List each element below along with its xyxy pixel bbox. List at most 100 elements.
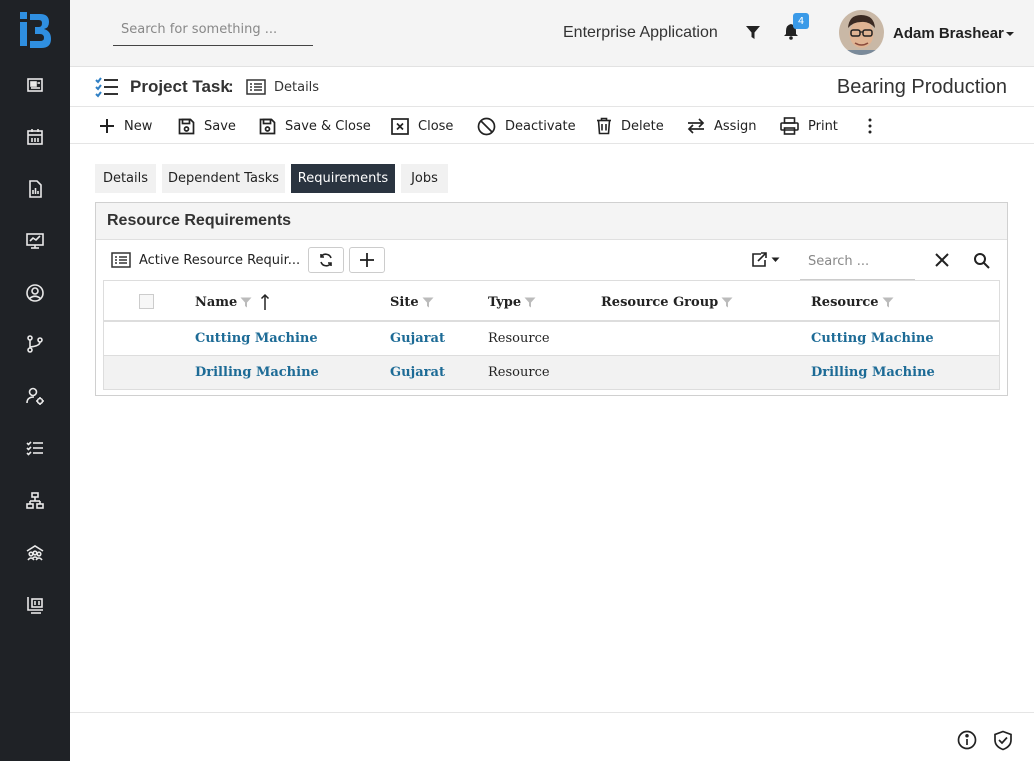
user-avatar-image [839, 10, 884, 55]
info-icon[interactable] [957, 730, 977, 750]
table-row[interactable]: Cutting Machine Gujarat Resource Cutting… [103, 322, 1000, 356]
grid-search-input[interactable] [800, 246, 910, 276]
export-icon [752, 252, 767, 267]
team-icon [26, 545, 44, 561]
column-filter-icon[interactable] [240, 297, 252, 308]
shield-check-icon[interactable] [993, 730, 1013, 751]
column-header-site-label: Site [390, 295, 419, 310]
tab-dependent-tasks[interactable]: Dependent Tasks [162, 164, 285, 193]
column-filter-icon[interactable] [882, 297, 894, 308]
tab-requirements[interactable]: Requirements [291, 164, 395, 193]
assign-arrows-icon [687, 118, 705, 134]
row-resource-link[interactable]: Cutting Machine [811, 331, 934, 346]
nav-board[interactable] [0, 585, 70, 625]
select-all-checkbox[interactable] [139, 294, 154, 309]
sort-ascending-icon[interactable] [260, 293, 270, 311]
new-button-label: New [124, 118, 153, 134]
more-actions-button[interactable] [868, 115, 881, 137]
row-name-link[interactable]: Cutting Machine [195, 331, 318, 346]
nav-tasks[interactable] [0, 428, 70, 468]
save-button[interactable]: Save [178, 115, 236, 137]
global-search-input[interactable] [113, 14, 313, 44]
add-requirement-button[interactable] [349, 247, 385, 273]
report-icon [29, 180, 42, 198]
user-gear-icon [26, 387, 44, 405]
nav-monitor[interactable] [0, 221, 70, 261]
save-close-button-label: Save & Close [285, 118, 371, 134]
nav-dashboard[interactable] [0, 65, 70, 105]
app-name[interactable]: Enterprise Application [563, 24, 718, 42]
command-bar: New Save Save & Close Close Deactivate D… [70, 107, 1034, 144]
row-resource-link[interactable]: Drilling Machine [811, 365, 935, 380]
close-button-label: Close [418, 118, 454, 134]
new-button[interactable]: New [99, 115, 152, 137]
save-button-label: Save [204, 118, 236, 134]
export-button[interactable] [751, 252, 780, 268]
column-header-site[interactable]: Site [390, 295, 434, 310]
deactivate-icon [477, 117, 496, 135]
close-button[interactable]: Close [391, 115, 453, 137]
nav-reports[interactable] [0, 169, 70, 209]
user-circle-icon [26, 284, 44, 302]
filter-icon[interactable] [745, 25, 761, 40]
avatar[interactable] [839, 10, 884, 55]
deactivate-button-label: Deactivate [505, 118, 576, 134]
column-header-type[interactable]: Type [488, 295, 536, 310]
form-selector[interactable]: Details [274, 80, 319, 95]
list-view-icon [111, 252, 131, 268]
column-filter-icon[interactable] [422, 297, 434, 308]
column-header-resource[interactable]: Resource [811, 295, 894, 310]
hierarchy-icon [26, 492, 44, 509]
nav-workflow[interactable] [0, 324, 70, 364]
notification-badge: 4 [793, 13, 809, 29]
nav-hierarchy[interactable] [0, 481, 70, 521]
nav-user-settings[interactable] [0, 376, 70, 416]
tab-jobs[interactable]: Jobs [401, 164, 448, 193]
assign-button-label: Assign [714, 118, 757, 134]
column-header-name[interactable]: Name [195, 293, 270, 311]
row-site-link[interactable]: Gujarat [390, 331, 445, 346]
checklist-icon [26, 441, 43, 456]
column-filter-icon[interactable] [524, 297, 536, 308]
save-close-button[interactable]: Save & Close [259, 115, 371, 137]
nav-calendar[interactable] [0, 117, 70, 157]
column-filter-icon[interactable] [721, 297, 733, 308]
column-header-resource-label: Resource [811, 295, 879, 310]
nav-profile[interactable] [0, 273, 70, 313]
panel-title: Resource Requirements [96, 203, 1007, 240]
trash-icon [597, 117, 611, 135]
table-row[interactable]: Drilling Machine Gujarat Resource Drilli… [103, 356, 1000, 390]
row-type: Resource [488, 365, 550, 380]
column-header-resource-group[interactable]: Resource Group [601, 295, 733, 310]
close-icon[interactable] [934, 252, 950, 268]
row-name-link[interactable]: Drilling Machine [195, 365, 319, 380]
footer-bar [70, 712, 1034, 761]
print-button[interactable]: Print [780, 115, 838, 137]
title-separator: : [228, 77, 234, 96]
brand-logo [20, 12, 51, 48]
board-icon [27, 597, 43, 614]
branch-icon [27, 335, 43, 353]
deactivate-button[interactable]: Deactivate [477, 115, 576, 137]
view-selector[interactable]: Active Resource Requir... [139, 253, 300, 268]
print-button-label: Print [808, 118, 838, 134]
assign-button[interactable]: Assign [687, 115, 757, 137]
chevron-down-icon[interactable] [1005, 31, 1015, 37]
search-icon[interactable] [973, 252, 990, 269]
delete-button[interactable]: Delete [596, 115, 664, 137]
nav-team[interactable] [0, 533, 70, 573]
form-view-icon [246, 79, 266, 95]
column-header-type-label: Type [488, 295, 522, 310]
refresh-button[interactable] [308, 247, 344, 273]
column-header-name-label: Name [195, 294, 238, 310]
requirements-grid: Name Site Type Resource Group Resource C… [103, 280, 1000, 390]
calendar-icon [27, 129, 43, 145]
user-name[interactable]: Adam Brashear [893, 25, 1004, 42]
tab-details[interactable]: Details [95, 164, 156, 193]
page-header: Project Task : Details Bearing Productio… [70, 67, 1034, 107]
record-title: Bearing Production [836, 76, 1007, 98]
grid-header: Name Site Type Resource Group Resource [103, 280, 1000, 322]
resource-requirements-panel: Resource Requirements Active Resource Re… [95, 202, 1008, 396]
row-site-link[interactable]: Gujarat [390, 365, 445, 380]
monitor-settings-icon [26, 233, 44, 249]
